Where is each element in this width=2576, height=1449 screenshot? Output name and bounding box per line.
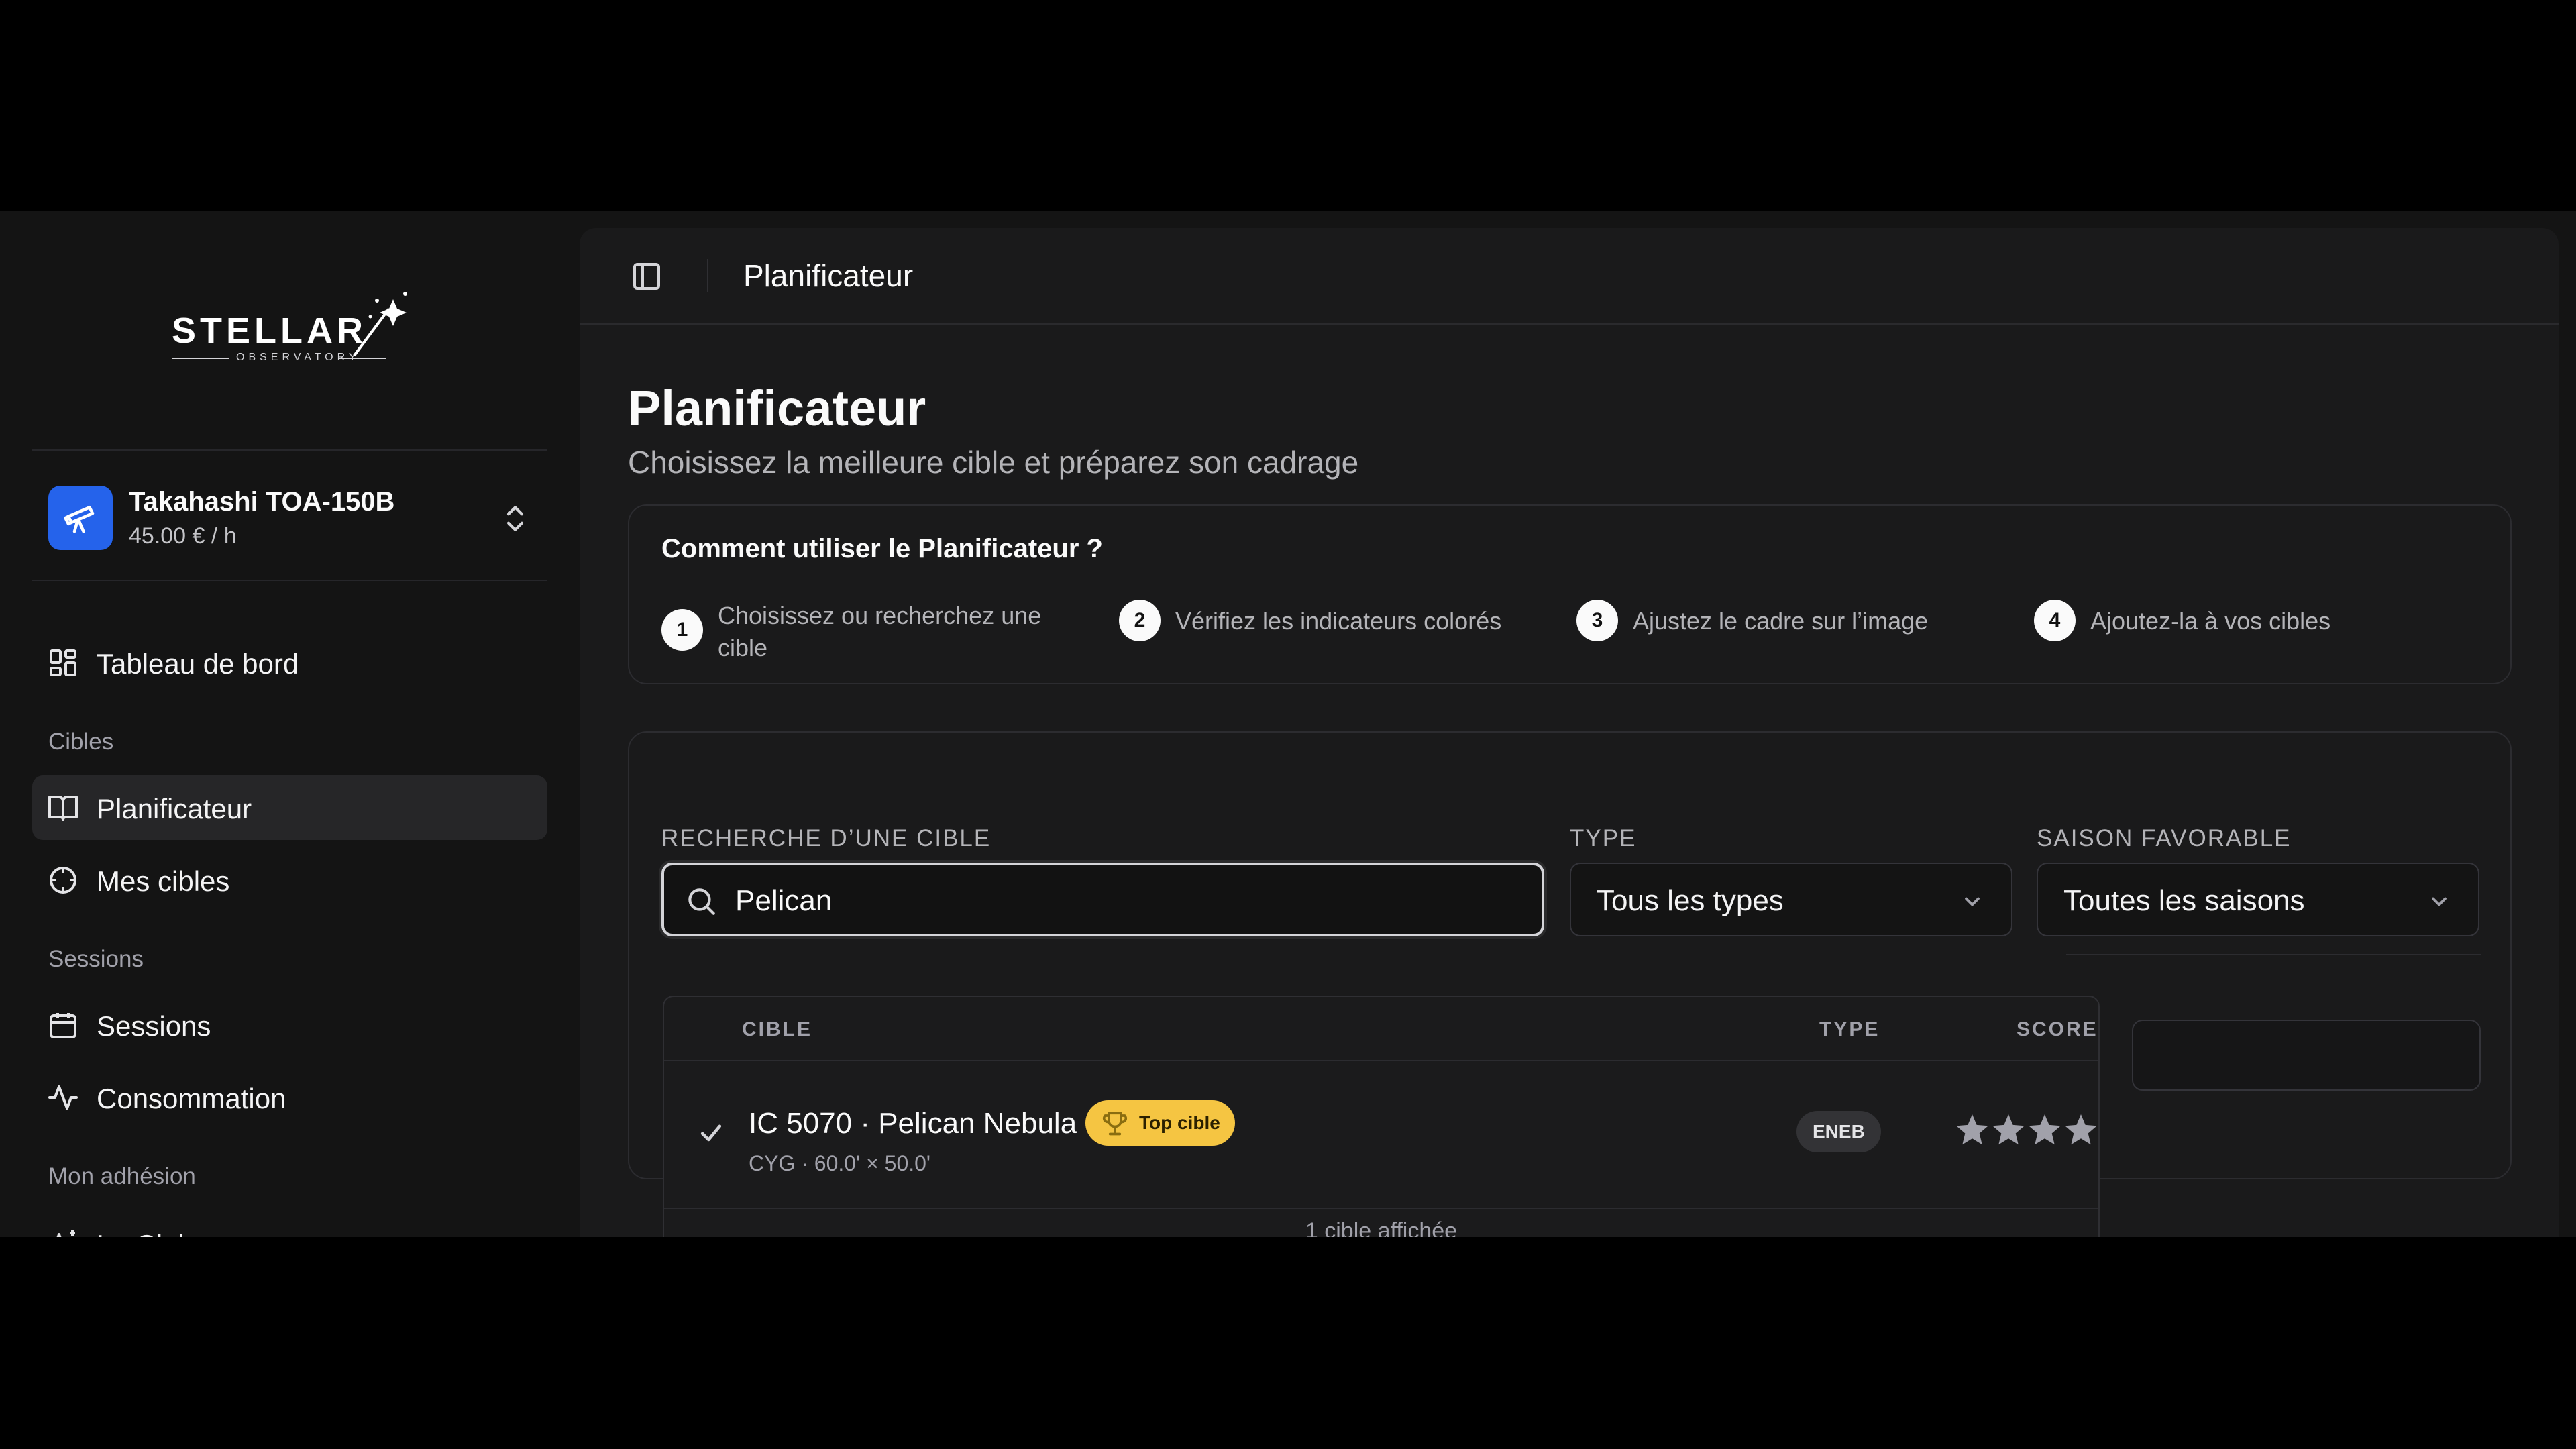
sidebar-divider	[32, 449, 547, 451]
dashboard-icon	[50, 649, 76, 676]
book-icon	[48, 796, 78, 821]
type-select-value: Tous les types	[1597, 884, 1784, 917]
breadcrumb: Planificateur	[743, 258, 914, 293]
results-count: 1 cible affichée	[1305, 1218, 1458, 1237]
how-to-title: Comment utiliser le Planificateur ?	[661, 534, 1103, 564]
star-icon	[1956, 1114, 1988, 1145]
top-target-badge: Top cible	[1085, 1100, 1235, 1146]
star-icon	[2029, 1114, 2061, 1145]
how-to-step: 3 Ajustez le cadre sur l’image	[1576, 600, 2006, 660]
sidebar-item-label: Sessions	[97, 1010, 211, 1042]
trophy-icon	[1102, 1112, 1128, 1136]
sparkles-icon	[56, 1230, 75, 1237]
sidebar-section-membership: Mon adhésion	[48, 1163, 196, 1189]
check-icon	[700, 1124, 722, 1142]
top-bar: Planificateur	[580, 228, 2559, 325]
how-to-card: Comment utiliser le Planificateur ? 1 Ch…	[628, 504, 2512, 684]
results-header: CIBLE TYPE SCORE	[664, 997, 2098, 1061]
sidebar-divider	[32, 580, 547, 581]
sidebar-section-targets: Cibles	[48, 729, 114, 755]
calendar-icon	[50, 1013, 76, 1038]
search-value: Pelican	[735, 884, 833, 917]
star-icon	[1992, 1114, 2025, 1145]
logo-wordmark: STELLAR	[172, 311, 367, 351]
star-icon	[2065, 1114, 2097, 1145]
sidebar-item-club[interactable]: Le Club	[32, 1212, 547, 1237]
target-name: IC 5070 · Pelican Nebula	[749, 1107, 1077, 1140]
step-text: Vérifiez les indicateurs colorés	[1175, 607, 1502, 635]
how-to-step: 2 Vérifiez les indicateurs colorés	[1119, 600, 1548, 660]
page-title: Planificateur	[628, 380, 926, 436]
telescope-switcher[interactable]: Takahashi TOA-150B 45.00 € / h	[32, 464, 547, 565]
app-window: STELLAR OBSERVATORY Takahashi TOA-150B 4…	[0, 211, 2576, 1237]
sidebar-item-label: Mes cibles	[97, 865, 230, 897]
sidebar-item-planner[interactable]: Planificateur	[32, 775, 547, 840]
step-text: Choisissez ou recherchez une cible	[718, 602, 1042, 661]
sidebar-item-consumption[interactable]: Consommation	[32, 1065, 547, 1130]
logo-rule-left	[172, 358, 229, 359]
telescope-icon	[48, 486, 113, 550]
type-label: TYPE	[1570, 825, 1637, 851]
type-select[interactable]: Tous les types	[1570, 863, 2012, 936]
chevrons-up-down-icon	[506, 506, 524, 531]
column-header-target: CIBLE	[742, 1018, 812, 1040]
card-divider	[2066, 954, 2481, 955]
chevron-down-icon	[1965, 897, 1980, 906]
chevron-down-icon	[2432, 897, 2447, 906]
page-subtitle: Choisissez la meilleure cible et prépare…	[628, 445, 1359, 480]
sidebar-item-label: Consommation	[97, 1083, 286, 1114]
stellar-logo[interactable]: STELLAR OBSERVATORY	[169, 286, 411, 364]
badge-label: Top cible	[1139, 1112, 1220, 1133]
step-number: 1	[661, 609, 703, 651]
telescope-name: Takahashi TOA-150B	[129, 487, 395, 517]
column-header-type: TYPE	[1819, 1018, 1880, 1040]
sidebar-item-sessions[interactable]: Sessions	[32, 993, 547, 1057]
step-text: Ajoutez-la à vos cibles	[2090, 607, 2331, 635]
search-input[interactable]: Pelican	[661, 863, 1544, 936]
sidebar-toggle-icon[interactable]	[631, 260, 663, 292]
target-type-badge: ENEB	[1796, 1111, 1881, 1152]
shooting-star-icon	[353, 292, 407, 357]
sidebar-item-dashboard[interactable]: Tableau de bord	[32, 631, 547, 695]
step-number: 2	[1119, 600, 1161, 641]
step-text: Ajustez le cadre sur l’image	[1633, 607, 1929, 635]
how-to-step: 1 Choisissez ou recherchez une cible	[661, 600, 1077, 661]
season-label: SAISON FAVORABLE	[2037, 825, 2292, 851]
search-results-dropdown: CIBLE TYPE SCORE IC 5070 · Pelican Nebul…	[663, 996, 2100, 1237]
sidebar-item-label: Tableau de bord	[97, 648, 299, 680]
how-to-step: 4 Ajoutez-la à vos cibles	[2034, 600, 2463, 660]
column-header-score: SCORE	[2017, 1018, 2098, 1040]
search-label: RECHERCHE D’UNE CIBLE	[661, 825, 991, 851]
sidebar-item-label: Planificateur	[97, 793, 252, 824]
step-number: 4	[2034, 600, 2076, 641]
sidebar-section-sessions: Sessions	[48, 946, 144, 972]
season-select[interactable]: Toutes les saisons	[2037, 863, 2479, 936]
activity-icon	[48, 1085, 78, 1110]
sidebar: STELLAR OBSERVATORY Takahashi TOA-150B 4…	[0, 211, 580, 1237]
step-number: 3	[1576, 600, 1618, 641]
partially-hidden-field[interactable]	[2132, 1020, 2481, 1091]
result-row[interactable]: IC 5070 · Pelican Nebula Top cible CYG ·…	[664, 1061, 2098, 1209]
main-panel: Planificateur Planificateur Choisissez l…	[580, 228, 2559, 1237]
target-meta: CYG · 60.0' × 50.0'	[749, 1151, 931, 1175]
sidebar-item-my-targets[interactable]: Mes cibles	[32, 848, 547, 912]
season-select-value: Toutes les saisons	[2063, 884, 2305, 917]
telescope-price: 45.00 € / h	[129, 523, 237, 549]
sidebar-item-label: Le Club	[97, 1229, 194, 1237]
target-icon	[50, 867, 76, 894]
score-stars	[1956, 1114, 2097, 1145]
search-icon	[688, 888, 715, 915]
topbar-separator	[707, 259, 708, 292]
